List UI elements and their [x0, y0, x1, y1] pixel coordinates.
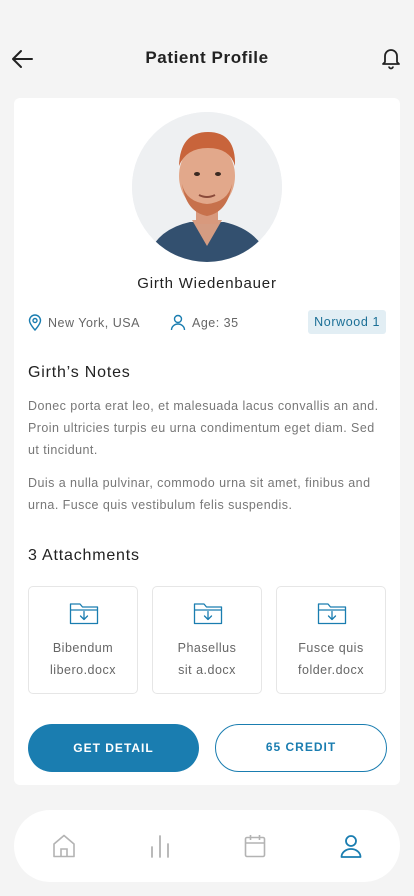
avatar — [132, 112, 282, 262]
chart-icon — [151, 835, 169, 858]
home-icon — [53, 834, 75, 858]
get-detail-button[interactable]: GET DETAIL — [28, 724, 199, 772]
age-item: Age: 35 — [170, 314, 239, 331]
bottom-tab-bar — [14, 810, 400, 882]
attachment-name-line: Fusce quis — [298, 641, 364, 655]
norwood-badge: Norwood 1 — [308, 310, 386, 334]
notes-paragraph: Donec porta erat leo, et malesuada lacus… — [28, 399, 379, 457]
patient-meta: New York, USA Age: 35 Norwood 1 — [28, 310, 386, 336]
attachment-name-line: Phasellus — [177, 641, 237, 655]
attachment-name-line: libero.docx — [50, 663, 116, 677]
folder-download-icon — [317, 603, 347, 625]
user-icon — [340, 835, 362, 858]
page-title: Patient Profile — [145, 48, 269, 67]
patient-name: Girth Wiedenbauer — [137, 275, 277, 292]
tab-calendar[interactable] — [242, 832, 268, 860]
tab-home[interactable] — [51, 832, 77, 860]
attachment-item[interactable]: Fusce quis folder.docx — [276, 586, 386, 694]
calendar-icon — [244, 835, 266, 858]
location-pin-icon — [28, 314, 42, 331]
attachment-item[interactable]: Phasellus sit a.docx — [152, 586, 262, 694]
attachment-name-line: sit a.docx — [178, 663, 236, 677]
tab-stats[interactable] — [147, 832, 173, 860]
location-item: New York, USA — [28, 314, 140, 331]
notes-paragraph: Duis a nulla pulvinar, commodo urna sit … — [28, 476, 371, 512]
credit-button[interactable]: 65 CREDIT — [215, 724, 387, 772]
profile-card: Girth Wiedenbauer New York, USA Age: 35 … — [14, 98, 400, 785]
location-text: New York, USA — [48, 315, 140, 330]
notes-heading: Girth’s Notes — [28, 364, 131, 381]
header: Patient Profile — [0, 0, 414, 100]
person-icon — [170, 314, 186, 331]
folder-download-icon — [69, 603, 99, 625]
bell-icon — [382, 49, 400, 70]
attachments-heading: 3 Attachments — [28, 547, 140, 564]
folder-download-icon — [193, 603, 223, 625]
notifications-button[interactable] — [380, 46, 402, 70]
attachment-item[interactable]: Bibendum libero.docx — [28, 586, 138, 694]
age-text: Age: 35 — [192, 315, 239, 330]
attachment-name-line: Bibendum — [52, 641, 114, 655]
attachment-name-line: folder.docx — [298, 663, 364, 677]
tab-profile[interactable] — [338, 832, 364, 860]
